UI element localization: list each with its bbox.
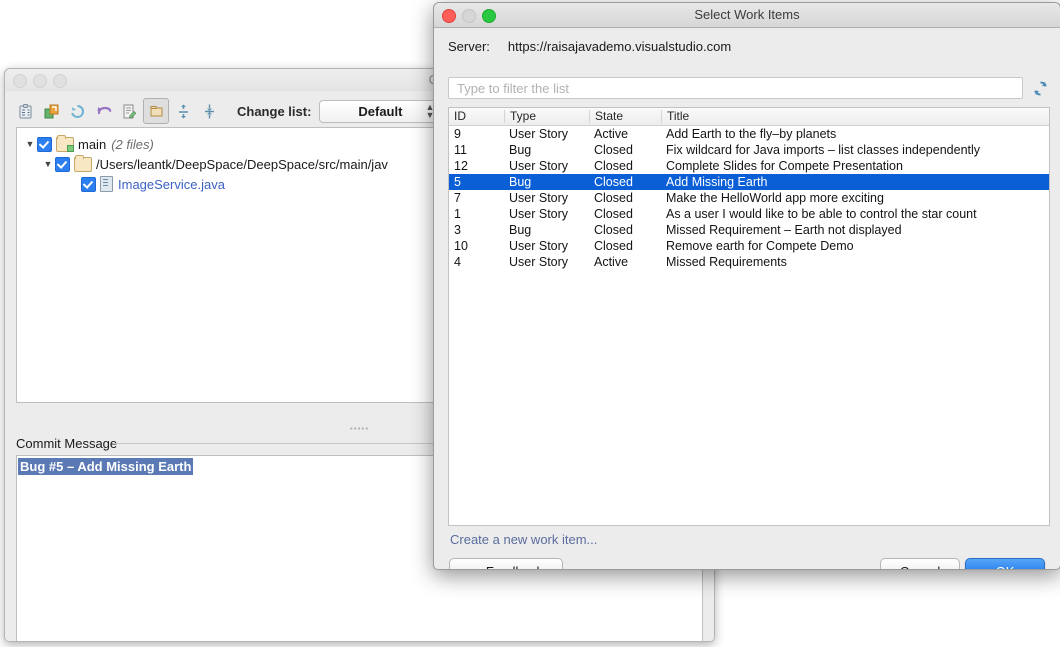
dialog-title: Select Work Items xyxy=(434,7,1060,22)
edit-source-icon[interactable] xyxy=(117,99,141,123)
tree-node-count: (2 files) xyxy=(111,137,154,152)
disclosure-triangle-icon[interactable]: ▼ xyxy=(23,139,37,149)
folder-icon xyxy=(74,157,92,172)
select-work-items-body: Server: https://raisajavademo.visualstud… xyxy=(434,27,1060,569)
expand-all-icon[interactable] xyxy=(171,99,195,123)
show-diff-icon[interactable] xyxy=(39,99,63,123)
column-header-title[interactable]: Title xyxy=(661,110,1049,123)
revert-icon[interactable] xyxy=(91,99,115,123)
change-list-select[interactable]: Default ▲▼ xyxy=(319,100,441,123)
work-item-type: User Story xyxy=(504,207,589,221)
work-items-table[interactable]: ID Type State Title 9User StoryActiveAdd… xyxy=(448,107,1050,526)
work-item-id: 7 xyxy=(449,191,504,205)
ok-button[interactable]: OK xyxy=(965,558,1045,570)
work-item-type: Bug xyxy=(504,175,589,189)
commit-message-label: Commit Message xyxy=(16,436,117,451)
work-item-title: Complete Slides for Compete Presentation xyxy=(661,159,1049,173)
work-item-id: 5 xyxy=(449,175,504,189)
work-item-title: Make the HelloWorld app more exciting xyxy=(661,191,1049,205)
tree-checkbox[interactable] xyxy=(81,177,96,192)
work-item-title: As a user I would like to be able to con… xyxy=(661,207,1049,221)
filter-row: Type to filter the list xyxy=(448,77,1050,99)
tree-checkbox[interactable] xyxy=(55,157,70,172)
work-item-row[interactable]: 10User StoryClosedRemove earth for Compe… xyxy=(449,238,1049,254)
work-item-row[interactable]: 9User StoryActiveAdd Earth to the fly–by… xyxy=(449,126,1049,142)
group-by-directory-icon[interactable] xyxy=(143,98,169,124)
work-item-state: Closed xyxy=(589,239,661,253)
work-item-state: Closed xyxy=(589,207,661,221)
rollback-icon[interactable] xyxy=(65,99,89,123)
work-item-id: 4 xyxy=(449,255,504,269)
work-item-state: Active xyxy=(589,127,661,141)
work-item-state: Closed xyxy=(589,175,661,189)
tree-node-label: main xyxy=(78,137,106,152)
create-work-item-link[interactable]: Create a new work item... xyxy=(450,532,597,547)
cancel-button[interactable]: Cancel xyxy=(880,558,960,570)
work-item-id: 9 xyxy=(449,127,504,141)
work-item-title: Missed Requirement – Earth not displayed xyxy=(661,223,1049,237)
work-item-title: Remove earth for Compete Demo xyxy=(661,239,1049,253)
work-item-id: 10 xyxy=(449,239,504,253)
tree-node-label: ImageService.java xyxy=(118,177,225,192)
work-item-id: 3 xyxy=(449,223,504,237)
disclosure-triangle-icon[interactable]: ▼ xyxy=(41,159,55,169)
commit-message-text: Bug #5 – Add Missing Earth xyxy=(18,458,193,475)
work-item-row[interactable]: 3BugClosedMissed Requirement – Earth not… xyxy=(449,222,1049,238)
filter-input[interactable]: Type to filter the list xyxy=(448,77,1023,99)
work-item-state: Closed xyxy=(589,191,661,205)
collapse-all-icon[interactable] xyxy=(197,99,221,123)
select-work-items-dialog[interactable]: Select Work Items Server: https://raisaj… xyxy=(433,2,1060,570)
refresh-changes-icon[interactable] xyxy=(13,99,37,123)
change-list-value: Default xyxy=(358,104,402,119)
work-item-state: Active xyxy=(589,255,661,269)
work-item-type: User Story xyxy=(504,239,589,253)
java-file-icon xyxy=(100,176,113,192)
chevron-down-icon[interactable]: ▼ xyxy=(469,567,477,570)
refresh-icon[interactable] xyxy=(1030,80,1050,97)
select-work-items-titlebar[interactable]: Select Work Items xyxy=(434,3,1060,28)
work-items-rows: 9User StoryActiveAdd Earth to the fly–by… xyxy=(449,126,1049,270)
tree-node-label: /Users/leantk/DeepSpace/DeepSpace/src/ma… xyxy=(96,157,388,172)
column-header-state[interactable]: State xyxy=(589,110,661,123)
column-header-id[interactable]: ID xyxy=(449,110,504,123)
work-item-title: Missed Requirements xyxy=(661,255,1049,269)
work-item-id: 12 xyxy=(449,159,504,173)
work-item-id: 1 xyxy=(449,207,504,221)
work-item-id: 11 xyxy=(449,143,504,157)
work-item-state: Closed xyxy=(589,143,661,157)
work-item-type: User Story xyxy=(504,255,589,269)
server-label: Server: xyxy=(448,39,490,54)
feedback-button-label: Feedback xyxy=(486,564,543,570)
work-item-row[interactable]: 4User StoryActiveMissed Requirements xyxy=(449,254,1049,270)
work-item-state: Closed xyxy=(589,159,661,173)
work-item-type: User Story xyxy=(504,191,589,205)
work-item-row[interactable]: 1User StoryClosedAs a user I would like … xyxy=(449,206,1049,222)
work-item-type: Bug xyxy=(504,223,589,237)
work-item-row[interactable]: 5BugClosedAdd Missing Earth xyxy=(449,174,1049,190)
feedback-button[interactable]: ▼ Feedback xyxy=(449,558,563,570)
column-header-type[interactable]: Type xyxy=(504,110,589,123)
tree-checkbox[interactable] xyxy=(37,137,52,152)
work-item-type: User Story xyxy=(504,159,589,173)
work-items-header-row: ID Type State Title xyxy=(449,108,1049,126)
server-url: https://raisajavademo.visualstudio.com xyxy=(508,39,731,54)
work-item-title: Fix wildcard for Java imports – list cla… xyxy=(661,143,1049,157)
change-list-label: Change list: xyxy=(237,104,311,119)
work-item-type: Bug xyxy=(504,143,589,157)
work-item-state: Closed xyxy=(589,223,661,237)
work-item-row[interactable]: 7User StoryClosedMake the HelloWorld app… xyxy=(449,190,1049,206)
screen: Commit Changes xyxy=(0,0,1060,647)
folder-icon xyxy=(56,137,74,152)
work-item-type: User Story xyxy=(504,127,589,141)
work-item-row[interactable]: 12User StoryClosedComplete Slides for Co… xyxy=(449,158,1049,174)
work-item-title: Add Earth to the fly–by planets xyxy=(661,127,1049,141)
work-item-title: Add Missing Earth xyxy=(661,175,1049,189)
work-item-row[interactable]: 11BugClosedFix wildcard for Java imports… xyxy=(449,142,1049,158)
server-row: Server: https://raisajavademo.visualstud… xyxy=(448,39,731,54)
